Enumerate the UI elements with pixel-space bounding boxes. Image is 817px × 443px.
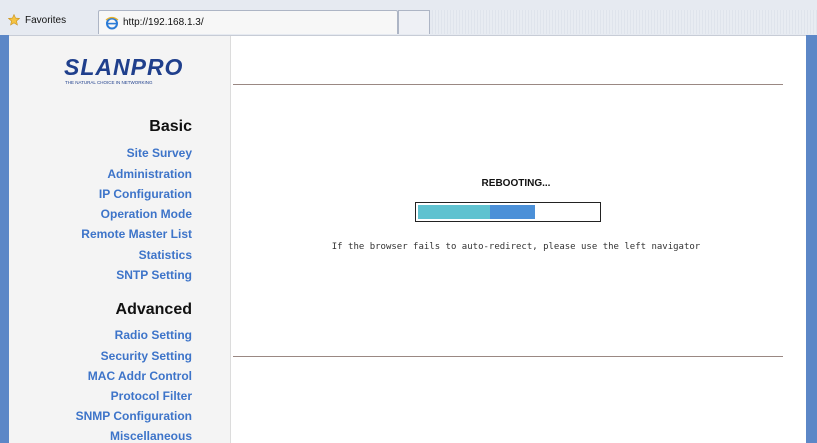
main-content: REBOOTING... If the browser fails to aut… [231,36,806,443]
nav-site-survey[interactable]: Site Survey [127,146,192,160]
tab-url: http://192.168.1.3/ [123,17,204,28]
nav-mac-addr-control[interactable]: MAC Addr Control [88,369,192,383]
sidebar: SLANPRO THE NATURAL CHOICE IN NETWORKING… [9,36,231,443]
top-divider [233,84,783,85]
nav-operation-mode[interactable]: Operation Mode [101,207,192,221]
ie-browser-icon [105,16,119,29]
nav-radio-setting[interactable]: Radio Setting [115,328,192,342]
bottom-divider [233,356,783,357]
nav-sntp-setting[interactable]: SNTP Setting [116,268,192,282]
star-icon [8,14,20,26]
nav-protocol-filter[interactable]: Protocol Filter [111,389,192,403]
favorites-button[interactable]: Favorites [8,14,66,26]
browser-tab[interactable]: http://192.168.1.3/ [98,10,398,34]
nav-administration[interactable]: Administration [107,167,192,181]
nav-miscellaneous[interactable]: Miscellaneous [110,429,192,443]
progress-fill-secondary [490,205,535,219]
nav-statistics[interactable]: Statistics [139,248,192,262]
browser-toolbar: Favorites http://192.168.1.3/ [0,0,817,36]
svg-text:SLANPRO: SLANPRO [64,54,183,80]
reboot-status: REBOOTING... [481,178,551,189]
tab-strip-empty [432,10,817,34]
basic-section-title: Basic [149,118,192,135]
advanced-section-title: Advanced [115,301,192,318]
redirect-help-text: If the browser fails to auto-redirect, p… [331,242,701,252]
svg-text:THE NATURAL CHOICE IN NETWORKI: THE NATURAL CHOICE IN NETWORKING [65,80,153,85]
nav-ip-configuration[interactable]: IP Configuration [99,187,192,201]
nav-security-setting[interactable]: Security Setting [101,349,192,363]
new-tab-button[interactable] [398,10,430,34]
lanpro-logo: SLANPRO THE NATURAL CHOICE IN NETWORKING [63,51,203,91]
progress-track [418,205,598,219]
nav-remote-master-list[interactable]: Remote Master List [81,227,192,241]
favorites-label: Favorites [25,14,67,26]
progress-fill-primary [418,205,490,219]
reboot-progress-bar [415,202,601,222]
nav-snmp-configuration[interactable]: SNMP Configuration [76,409,192,423]
